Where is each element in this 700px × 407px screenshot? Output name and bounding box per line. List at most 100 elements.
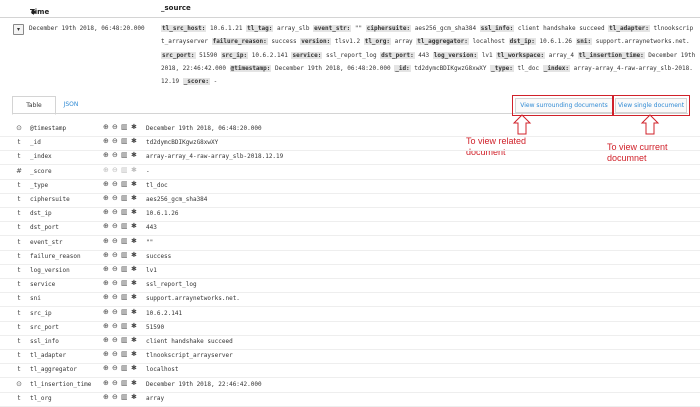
zoom-out-icon[interactable]: ⊖ (112, 350, 118, 358)
zoom-out-icon[interactable]: ⊖ (112, 180, 118, 188)
toggle-column-icon[interactable]: ▥ (121, 364, 128, 372)
zoom-out-icon[interactable]: ⊖ (112, 379, 118, 387)
source-value: 10.6.1.26 (535, 38, 576, 46)
zoom-out-icon[interactable]: ⊖ (112, 166, 118, 174)
filter-exists-icon[interactable]: ✱ (131, 293, 137, 301)
zoom-out-icon[interactable]: ⊖ (112, 393, 118, 401)
field-actions: ⊕ ⊖ ▥ ✱ (103, 194, 143, 205)
zoom-out-icon[interactable]: ⊖ (112, 265, 118, 273)
source-value: "" (351, 25, 366, 32)
filter-exists-icon[interactable]: ✱ (131, 166, 137, 174)
field-name: tl_adapter (30, 352, 67, 360)
zoom-out-icon[interactable]: ⊖ (112, 364, 118, 372)
zoom-in-icon[interactable]: ⊕ (103, 166, 109, 174)
filter-exists-icon[interactable]: ✱ (131, 279, 137, 287)
zoom-in-icon[interactable]: ⊕ (103, 364, 109, 372)
filter-exists-icon[interactable]: ✱ (131, 322, 137, 330)
zoom-out-icon[interactable]: ⊖ (112, 137, 118, 145)
source-key: tl_workspace: (496, 51, 546, 59)
field-name: service (30, 281, 56, 289)
zoom-in-icon[interactable]: ⊕ (103, 237, 109, 245)
zoom-out-icon[interactable]: ⊖ (112, 151, 118, 159)
zoom-in-icon[interactable]: ⊕ (103, 222, 109, 230)
filter-exists-icon[interactable]: ✱ (131, 180, 137, 188)
toggle-column-icon[interactable]: ▥ (121, 180, 128, 188)
filter-exists-icon[interactable]: ✱ (131, 137, 137, 145)
toggle-column-icon[interactable]: ▥ (121, 123, 128, 131)
zoom-out-icon[interactable]: ⊖ (112, 251, 118, 259)
toggle-column-icon[interactable]: ▥ (121, 237, 128, 245)
filter-exists-icon[interactable]: ✱ (131, 194, 137, 202)
zoom-in-icon[interactable]: ⊕ (103, 379, 109, 387)
toggle-column-icon[interactable]: ▥ (121, 265, 128, 273)
toggle-column-icon[interactable]: ▥ (121, 222, 128, 230)
field-name: tl_org (30, 394, 52, 402)
zoom-in-icon[interactable]: ⊕ (103, 322, 109, 330)
zoom-out-icon[interactable]: ⊖ (112, 279, 118, 287)
field-type-icon: t (17, 251, 21, 260)
zoom-out-icon[interactable]: ⊖ (112, 336, 118, 344)
zoom-out-icon[interactable]: ⊖ (112, 293, 118, 301)
filter-exists-icon[interactable]: ✱ (131, 350, 137, 358)
source-value: - (209, 78, 218, 86)
toggle-column-icon[interactable]: ▥ (121, 279, 128, 287)
zoom-in-icon[interactable]: ⊕ (103, 180, 109, 188)
zoom-out-icon[interactable]: ⊖ (112, 222, 118, 230)
toggle-column-icon[interactable]: ▥ (121, 293, 128, 301)
zoom-in-icon[interactable]: ⊕ (103, 350, 109, 358)
zoom-out-icon[interactable]: ⊖ (112, 194, 118, 202)
document-time: December 19th 2018, 06:48:20.000 (29, 25, 145, 32)
toggle-column-icon[interactable]: ▥ (121, 393, 128, 401)
sort-down-icon[interactable]: ⬥ (31, 8, 36, 17)
zoom-out-icon[interactable]: ⊖ (112, 322, 118, 330)
zoom-in-icon[interactable]: ⊕ (103, 336, 109, 344)
field-actions: ⊕ ⊖ ▥ ✱ (103, 265, 143, 276)
field-type-icon: t (17, 280, 21, 289)
filter-exists-icon[interactable]: ✱ (131, 308, 137, 316)
toggle-column-icon[interactable]: ▥ (121, 194, 128, 202)
toggle-column-icon[interactable]: ▥ (121, 322, 128, 330)
zoom-in-icon[interactable]: ⊕ (103, 194, 109, 202)
zoom-in-icon[interactable]: ⊕ (103, 279, 109, 287)
zoom-in-icon[interactable]: ⊕ (103, 208, 109, 216)
zoom-in-icon[interactable]: ⊕ (103, 251, 109, 259)
zoom-in-icon[interactable]: ⊕ (103, 137, 109, 145)
toggle-column-icon[interactable]: ▥ (121, 251, 128, 259)
filter-exists-icon[interactable]: ✱ (131, 251, 137, 259)
zoom-in-icon[interactable]: ⊕ (103, 293, 109, 301)
field-type-icon: t (17, 237, 21, 246)
zoom-in-icon[interactable]: ⊕ (103, 265, 109, 273)
zoom-in-icon[interactable]: ⊕ (103, 123, 109, 131)
filter-exists-icon[interactable]: ✱ (131, 222, 137, 230)
toggle-column-icon[interactable]: ▥ (121, 336, 128, 344)
tab-json[interactable]: JSON (56, 96, 86, 113)
collapse-toggle-icon[interactable]: ▾ (13, 24, 24, 35)
zoom-out-icon[interactable]: ⊖ (112, 208, 118, 216)
toggle-column-icon[interactable]: ▥ (121, 379, 128, 387)
zoom-out-icon[interactable]: ⊖ (112, 308, 118, 316)
filter-exists-icon[interactable]: ✱ (131, 379, 137, 387)
toggle-column-icon[interactable]: ▥ (121, 151, 128, 159)
document-row[interactable]: ▾ December 19th 2018, 06:48:20.000 tl_sr… (0, 17, 700, 86)
filter-exists-icon[interactable]: ✱ (131, 336, 137, 344)
zoom-out-icon[interactable]: ⊖ (112, 237, 118, 245)
toggle-column-icon[interactable]: ▥ (121, 350, 128, 358)
filter-exists-icon[interactable]: ✱ (131, 208, 137, 216)
source-key: version: (300, 38, 332, 46)
zoom-in-icon[interactable]: ⊕ (103, 308, 109, 316)
filter-exists-icon[interactable]: ✱ (131, 237, 137, 245)
zoom-in-icon[interactable]: ⊕ (103, 151, 109, 159)
filter-exists-icon[interactable]: ✱ (131, 265, 137, 273)
zoom-out-icon[interactable]: ⊖ (112, 123, 118, 131)
toggle-column-icon[interactable]: ▥ (121, 308, 128, 316)
filter-exists-icon[interactable]: ✱ (131, 151, 137, 159)
filter-exists-icon[interactable]: ✱ (131, 123, 137, 131)
toggle-column-icon[interactable]: ▥ (121, 137, 128, 145)
field-actions: ⊕ ⊖ ▥ ✱ (103, 208, 143, 219)
field-value: array (146, 394, 165, 402)
toggle-column-icon[interactable]: ▥ (121, 208, 128, 216)
zoom-in-icon[interactable]: ⊕ (103, 393, 109, 401)
filter-exists-icon[interactable]: ✱ (131, 364, 137, 372)
toggle-column-icon[interactable]: ▥ (121, 166, 128, 174)
filter-exists-icon[interactable]: ✱ (131, 393, 137, 401)
